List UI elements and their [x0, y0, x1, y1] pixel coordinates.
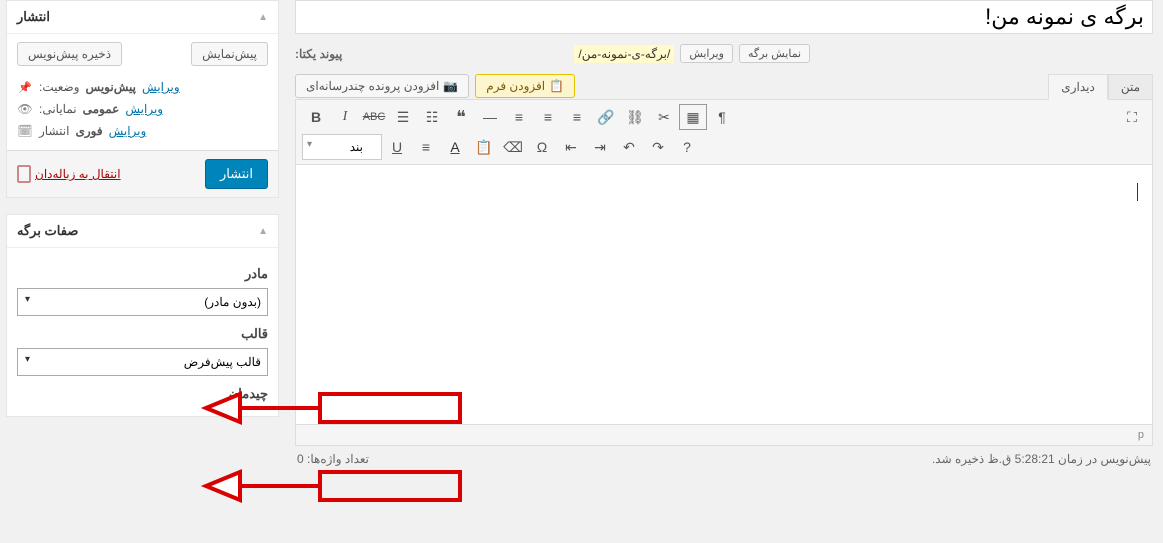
- add-form-button[interactable]: افزودن فرم: [475, 74, 575, 98]
- strike-button[interactable]: ABC: [360, 104, 388, 130]
- eye-icon: [17, 102, 33, 116]
- schedule-value: فوری: [75, 124, 102, 138]
- editor-path: p: [295, 425, 1153, 446]
- fullscreen-button[interactable]: ⛶: [1118, 104, 1146, 130]
- tab-visual[interactable]: دیداری: [1048, 74, 1108, 100]
- collapse-icon[interactable]: ▲: [258, 12, 268, 23]
- align-right-button[interactable]: ≡: [505, 104, 533, 130]
- page-title-input[interactable]: [295, 0, 1153, 34]
- underline-button[interactable]: U: [383, 134, 411, 160]
- calendar-icon: [17, 124, 33, 138]
- redo-button[interactable]: ↷: [644, 134, 672, 160]
- visibility-label: نمایانی:: [39, 102, 77, 116]
- read-more-button[interactable]: ✂: [650, 104, 678, 130]
- number-list-button[interactable]: ☷: [418, 104, 446, 130]
- toolbar-toggle-button[interactable]: ▦: [679, 104, 707, 130]
- pin-icon: [17, 80, 33, 94]
- edit-slug-button[interactable]: ویرایش: [680, 44, 733, 63]
- autosave-note: پیش‌نویس در زمان 5:28:21 ق.ظ ذخیره شد.: [932, 452, 1151, 466]
- link-button[interactable]: 🔗: [592, 104, 620, 130]
- visibility-value: عمومی: [83, 102, 120, 116]
- schedule-label: انتشار: [39, 124, 69, 138]
- save-draft-button[interactable]: ذخیره پیش‌نویس: [17, 42, 122, 66]
- word-count: تعداد واژه‌ها: 0: [297, 452, 369, 466]
- trash-label: انتقال به زباله‌دان: [35, 167, 121, 181]
- edit-status-link[interactable]: ویرایش: [142, 80, 180, 94]
- permalink-slug: /برگه-ی-نمونه-من/: [574, 45, 674, 63]
- order-label: چیدمان: [17, 386, 268, 402]
- camera-icon: [443, 79, 458, 93]
- hr-button[interactable]: —: [476, 104, 504, 130]
- edit-schedule-link[interactable]: ویرایش: [109, 124, 147, 138]
- parent-select[interactable]: (بدون مادر): [17, 288, 268, 316]
- italic-button[interactable]: I: [331, 104, 359, 130]
- move-to-trash-link[interactable]: انتقال به زباله‌دان: [17, 165, 121, 183]
- collapse-icon[interactable]: ▲: [258, 226, 268, 237]
- edit-visibility-link[interactable]: ویرایش: [125, 102, 163, 116]
- align-left-button[interactable]: ≡: [563, 104, 591, 130]
- parent-label: مادر: [17, 266, 268, 282]
- editor-toolbar: B I ABC ☰ ☷ ❝ — ≡ ≡ ≡ 🔗 ⛓ ✂ ▦ ¶ ⛶ بند U …: [295, 99, 1153, 165]
- bullet-list-button[interactable]: ☰: [389, 104, 417, 130]
- format-select[interactable]: بند: [302, 134, 382, 160]
- special-char-button[interactable]: Ω: [528, 134, 556, 160]
- add-media-label: افزودن پرونده چندرسانه‌ای: [306, 79, 439, 93]
- publish-metabox: ▲ انتشار پیش‌نمایش ذخیره پیش‌نویس ویرایش…: [6, 0, 279, 198]
- tab-text[interactable]: متن: [1108, 74, 1153, 100]
- form-icon: [549, 79, 564, 93]
- help-button[interactable]: ?: [673, 134, 701, 160]
- page-attributes-metabox: ▲ صفات برگه مادر (بدون مادر) قالب قالب پ…: [6, 214, 279, 417]
- outdent-button[interactable]: ⇤: [557, 134, 585, 160]
- align-center-button[interactable]: ≡: [534, 104, 562, 130]
- add-form-label: افزودن فرم: [486, 79, 545, 93]
- add-media-button[interactable]: افزودن پرونده چندرسانه‌ای: [295, 74, 469, 98]
- editor-content-area[interactable]: [295, 165, 1153, 425]
- undo-button[interactable]: ↶: [615, 134, 643, 160]
- clear-format-button[interactable]: ⌫: [499, 134, 527, 160]
- justify-button[interactable]: ≡: [412, 134, 440, 160]
- text-cursor: [1137, 183, 1138, 201]
- editor-tabs: متن دیداری: [1048, 73, 1153, 99]
- status-value: پیش‌نویس: [86, 80, 136, 94]
- publish-button[interactable]: انتشار: [205, 159, 268, 189]
- paste-text-button[interactable]: 📋: [470, 134, 498, 160]
- indent-button[interactable]: ⇥: [586, 134, 614, 160]
- trash-icon: [17, 165, 31, 183]
- template-select[interactable]: قالب پیش‌فرض: [17, 348, 268, 376]
- quote-button[interactable]: ❝: [447, 104, 475, 130]
- preview-button[interactable]: پیش‌نمایش: [191, 42, 268, 66]
- text-color-button[interactable]: A: [441, 134, 469, 160]
- permalink-row: نمایش برگه ویرایش /برگه-ی-نمونه-من/ پیون…: [295, 44, 1153, 63]
- paragraph-mark-button[interactable]: ¶: [708, 104, 736, 130]
- publish-title: انتشار: [17, 9, 50, 25]
- bold-button[interactable]: B: [302, 104, 330, 130]
- page-attributes-title: صفات برگه: [17, 223, 78, 239]
- template-label: قالب: [17, 326, 268, 342]
- permalink-label: پیوند یکتا:: [295, 47, 342, 61]
- view-page-button[interactable]: نمایش برگه: [739, 44, 810, 63]
- unlink-button[interactable]: ⛓: [621, 104, 649, 130]
- status-label: وضعیت:: [39, 80, 80, 94]
